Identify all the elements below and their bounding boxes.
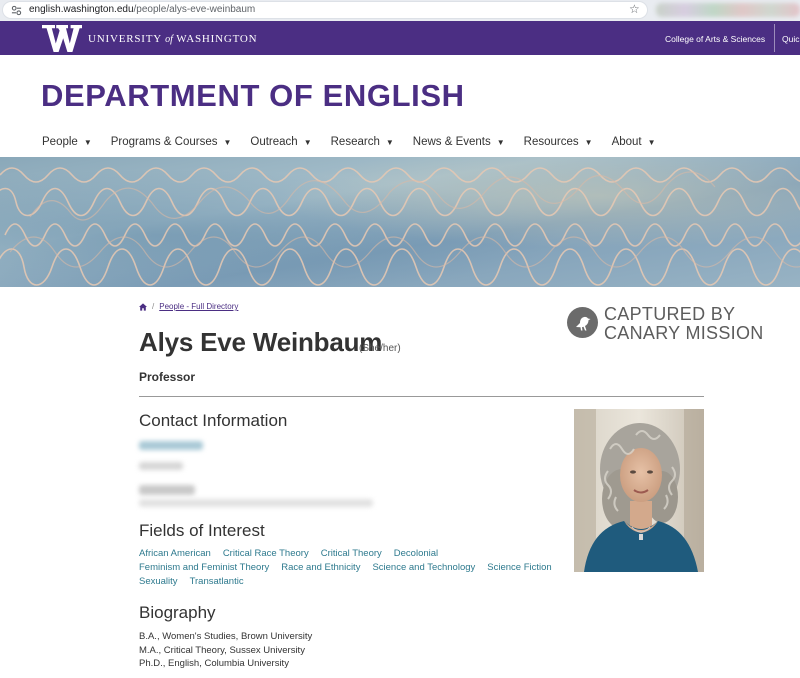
college-link[interactable]: College of Arts & Sciences [665, 34, 765, 44]
interests-row-2: Feminism and Feminist Theory Race and Et… [139, 562, 552, 573]
url-host: english.washington.edu [29, 4, 134, 15]
canary-line-1: CAPTURED BY [604, 304, 736, 324]
nav-people[interactable]: People ▼ [42, 136, 92, 148]
url-text[interactable]: english.washington.edu/people/alys-eve-w… [29, 4, 255, 15]
contact-email-redacted[interactable] [139, 441, 203, 450]
canary-mission-text: CAPTURED BY CANARY MISSION [604, 305, 764, 342]
biography-degrees: B.A., Women's Studies, Brown University … [139, 630, 312, 671]
uw-w-logo-icon[interactable] [42, 25, 82, 52]
nav-label: Outreach [250, 136, 298, 148]
breadcrumb-separator: / [152, 302, 155, 311]
canary-line-2: CANARY MISSION [604, 322, 764, 343]
profile-photo [574, 409, 704, 572]
contact-heading: Contact Information [139, 411, 288, 430]
interest-tag[interactable]: Decolonial [394, 548, 438, 559]
university-name-of: of [165, 34, 173, 45]
nav-label: About [611, 136, 642, 148]
nav-outreach[interactable]: Outreach ▼ [250, 136, 311, 148]
nav-label: Programs & Courses [110, 136, 218, 148]
university-bar: UNIVERSITY of WASHINGTON College of Arts… [0, 21, 800, 55]
interest-tag[interactable]: Critical Race Theory [223, 548, 309, 559]
caret-down-icon: ▼ [303, 137, 312, 147]
address-bar[interactable]: english.washington.edu/people/alys-eve-w… [2, 1, 648, 19]
nav-label: News & Events [412, 136, 491, 148]
extensions-area [656, 3, 800, 17]
degree-item: Ph.D., English, Columbia University [139, 658, 289, 669]
nav-about[interactable]: About ▼ [612, 136, 656, 148]
interest-tag[interactable]: Transatlantic [190, 576, 244, 587]
fields-heading: Fields of Interest [139, 521, 265, 540]
canary-mission-watermark: CAPTURED BY CANARY MISSION [567, 305, 767, 342]
nav-news-events[interactable]: News & Events ▼ [413, 136, 505, 148]
university-name-part2: WASHINGTON [176, 33, 258, 45]
interest-tag[interactable]: Science and Technology [372, 562, 475, 573]
nav-label: Research [330, 136, 380, 148]
browser-toolbar: english.washington.edu/people/alys-eve-w… [0, 0, 800, 21]
university-name[interactable]: UNIVERSITY of WASHINGTON [88, 33, 257, 45]
contact-hours-redacted [139, 499, 373, 507]
site-settings-icon[interactable] [11, 5, 22, 16]
nav-research[interactable]: Research ▼ [331, 136, 394, 148]
contact-office-redacted [139, 485, 195, 495]
breadcrumb-people-directory[interactable]: People - Full Directory [159, 302, 238, 311]
university-name-part1: UNIVERSITY [88, 33, 162, 45]
interest-tag[interactable]: Sexuality [139, 576, 178, 587]
interest-tag[interactable]: Feminism and Feminist Theory [139, 562, 269, 573]
section-divider [139, 396, 704, 397]
interest-tag[interactable]: African American [139, 548, 211, 559]
degree-item: B.A., Women's Studies, Brown University [139, 631, 313, 642]
canary-bird-icon [567, 307, 598, 338]
caret-down-icon: ▼ [83, 137, 92, 147]
breadcrumb: / People - Full Directory [139, 302, 238, 311]
home-icon[interactable] [139, 302, 147, 311]
interest-tag[interactable]: Science Fiction [487, 562, 551, 573]
bar-divider [774, 24, 775, 52]
caret-down-icon: ▼ [647, 137, 656, 147]
interests-row-3: Sexuality Transatlantic [139, 576, 244, 587]
caret-down-icon: ▼ [584, 137, 593, 147]
quick-links[interactable]: Quic [782, 34, 799, 44]
degree-item: M.A., Critical Theory, Sussex University [139, 644, 305, 656]
department-title[interactable]: DEPARTMENT OF ENGLISH [41, 78, 465, 114]
biography-heading: Biography [139, 603, 216, 622]
interests-row-1: African American Critical Race Theory Cr… [139, 548, 438, 559]
caret-down-icon: ▼ [385, 137, 394, 147]
caret-down-icon: ▼ [223, 137, 232, 147]
nav-label: People [42, 136, 78, 148]
profile-name: Alys Eve Weinbaum [139, 327, 383, 357]
contact-phone-redacted [139, 462, 183, 470]
interest-tag[interactable]: Critical Theory [321, 548, 382, 559]
bookmark-star-icon[interactable]: ☆ [629, 2, 640, 16]
nav-programs-courses[interactable]: Programs & Courses ▼ [111, 136, 232, 148]
nav-resources[interactable]: Resources ▼ [524, 136, 593, 148]
profile-pronouns: (She/her) [359, 343, 401, 354]
main-nav: People ▼ Programs & Courses ▼ Outreach ▼ Re… [42, 136, 656, 148]
interest-tag[interactable]: Race and Ethnicity [281, 562, 360, 573]
caret-down-icon: ▼ [496, 137, 505, 147]
nav-label: Resources [523, 136, 579, 148]
header-banner-image [0, 157, 800, 287]
profile-title: Professor [139, 370, 196, 384]
url-path: /people/alys-eve-weinbaum [133, 4, 256, 15]
